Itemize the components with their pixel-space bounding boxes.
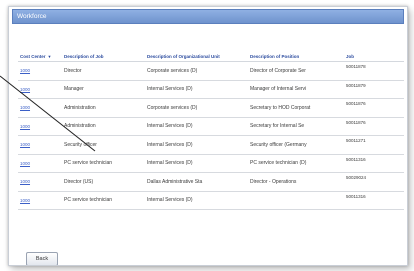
job-id-cell: 50011316	[344, 154, 404, 173]
org-unit-cell: Internal Services (D)	[145, 80, 248, 99]
cost-center-link[interactable]: 1000	[18, 61, 62, 81]
org-unit-cell: Internal Services (D)	[145, 154, 248, 173]
position-cell: Director of Corporate Ser	[248, 61, 344, 81]
org-unit-cell: Corporate services (D)	[145, 61, 248, 81]
job-description-cell: Security officer	[62, 135, 145, 155]
column-header-org-unit[interactable]: Description of Organizational Unit	[145, 51, 248, 62]
org-unit-cell: Corporate services (D)	[145, 98, 248, 118]
position-cell: Secretary to HOD Corporat	[248, 98, 344, 118]
cost-center-link[interactable]: 1000	[18, 117, 62, 136]
window-title: Workforce	[17, 13, 47, 20]
job-description-cell: PC service technician	[62, 154, 145, 173]
job-description-cell: PC service technician	[62, 191, 145, 210]
table-row[interactable]: 1000 PC service technician Internal Serv…	[18, 191, 404, 210]
sort-arrow-icon[interactable]: ▼	[48, 54, 52, 59]
job-id-cell: 50011876	[344, 117, 404, 136]
window-titlebar: Workforce	[12, 9, 404, 24]
job-id-cell: 50011878	[344, 61, 404, 81]
column-header-job[interactable]: Job	[344, 51, 404, 62]
cost-center-link[interactable]: 1000	[18, 135, 62, 155]
position-cell: Manager of Internal Servi	[248, 80, 344, 99]
cost-center-link[interactable]: 1000	[18, 154, 62, 173]
job-description-cell: Manager	[62, 80, 145, 99]
job-description-cell: Director (US)	[62, 172, 145, 192]
cost-center-link[interactable]: 1000	[18, 98, 62, 118]
column-header-job-description[interactable]: Description of Job	[62, 51, 145, 62]
column-header-cost-center[interactable]: Cost Center ▼	[18, 51, 62, 62]
workforce-table: Cost Center ▼ Description of Job Descript…	[18, 51, 404, 210]
table-row[interactable]: 1000 Director (US) Dallas Administrative…	[18, 172, 404, 192]
table-row[interactable]: 1000 Administration Corporate services (…	[18, 98, 404, 118]
org-unit-cell: Internal Services (D)	[145, 191, 248, 210]
job-id-cell: 50011876	[344, 98, 404, 118]
job-id-cell: 50011879	[344, 80, 404, 99]
cost-center-link[interactable]: 1000	[18, 172, 62, 192]
job-description-cell: Administration	[62, 98, 145, 118]
job-id-cell: 50011271	[344, 135, 404, 155]
position-cell: Secretary for Internal Se	[248, 117, 344, 136]
table-row[interactable]: 1000 Security officer Internal Services …	[18, 135, 404, 155]
job-description-cell: Director	[62, 61, 145, 81]
table-header-row: Cost Center ▼ Description of Job Descript…	[18, 51, 404, 62]
org-unit-cell: Internal Services (D)	[145, 135, 248, 155]
org-unit-cell: Dallas Administrative Sta	[145, 172, 248, 192]
position-cell	[248, 191, 344, 210]
column-header-position[interactable]: Description of Position	[248, 51, 344, 62]
position-cell: Director - Operations	[248, 172, 344, 192]
job-description-cell: Administration	[62, 117, 145, 136]
position-cell: PC service technician (D)	[248, 154, 344, 173]
cost-center-link[interactable]: 1000	[18, 191, 62, 210]
workforce-window: Workforce Cost Center ▼ Description of Jo…	[8, 6, 408, 266]
table-row[interactable]: 1000 Manager Internal Services (D) Manag…	[18, 80, 404, 99]
job-id-cell: 50029024	[344, 172, 404, 192]
cost-center-link[interactable]: 1000	[18, 80, 62, 99]
table-row[interactable]: 1000 Administration Internal Services (D…	[18, 117, 404, 136]
org-unit-cell: Internal Services (D)	[145, 117, 248, 136]
table-row[interactable]: 1000 PC service technician Internal Serv…	[18, 154, 404, 173]
back-button[interactable]: Back	[26, 252, 58, 265]
job-id-cell: 50011316	[344, 191, 404, 210]
position-cell: Security officer (Germany	[248, 135, 344, 155]
table-row[interactable]: 1000 Director Corporate services (D) Dir…	[18, 61, 404, 81]
